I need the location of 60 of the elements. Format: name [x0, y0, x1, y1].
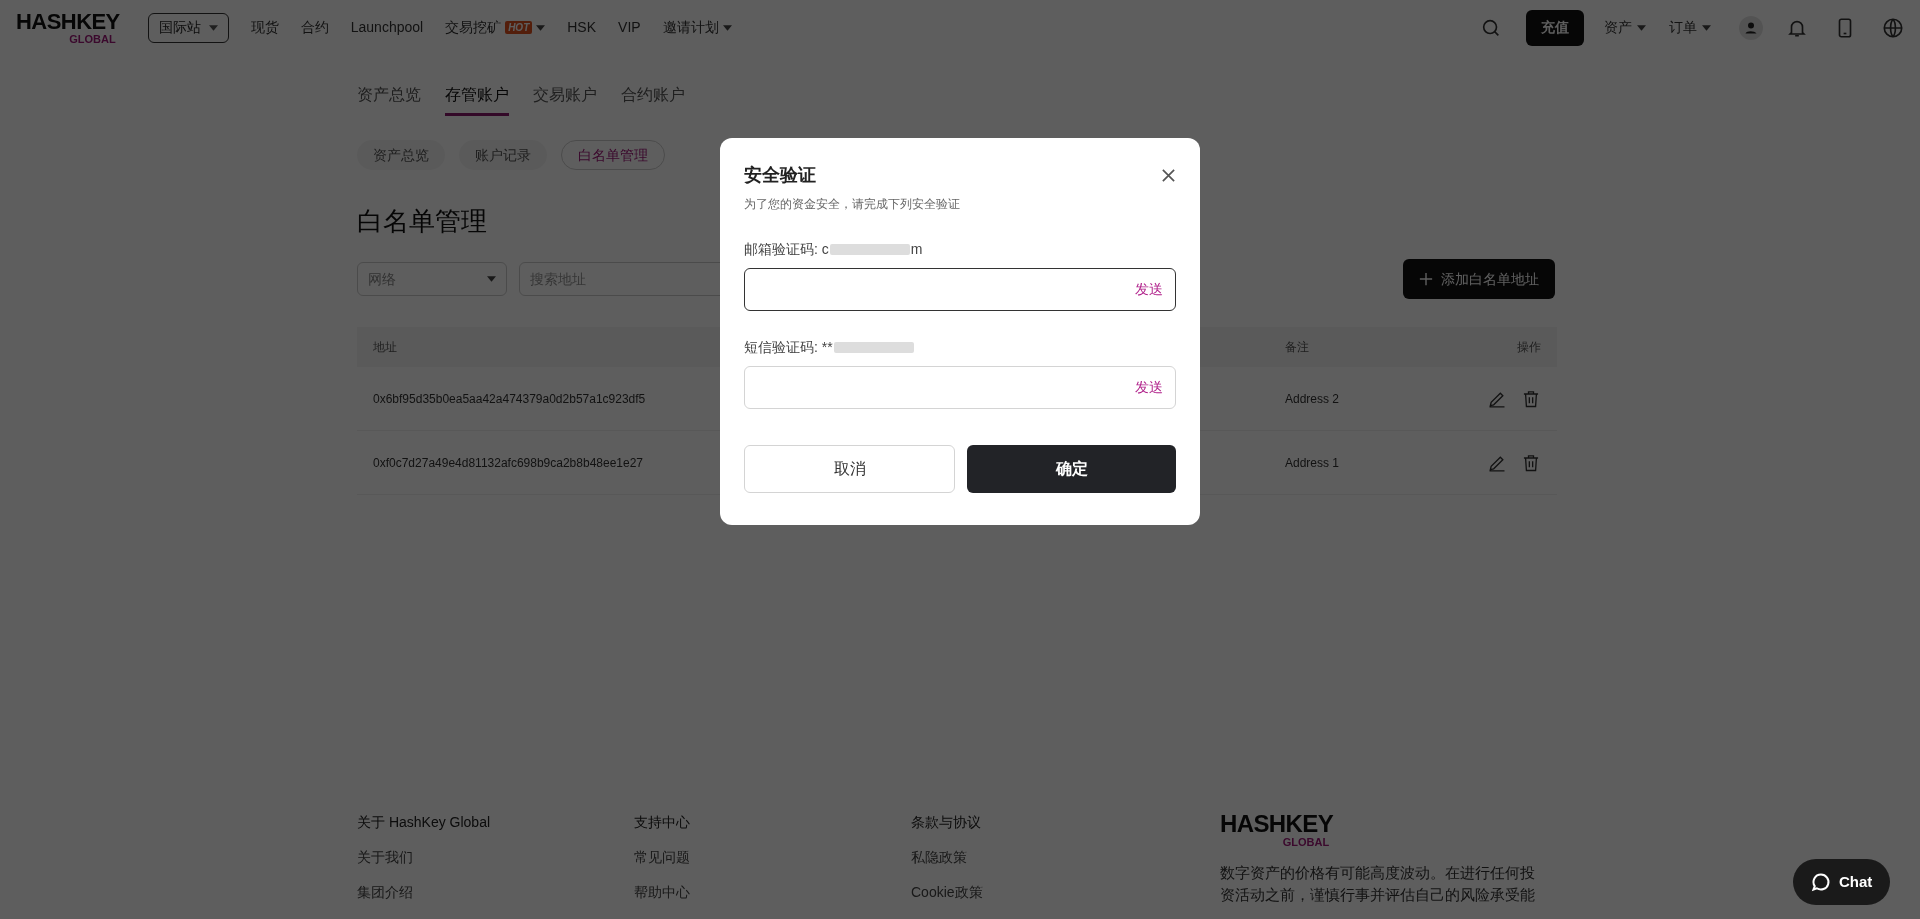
sub-tab[interactable]: 白名单管理 [561, 140, 665, 170]
menu-dropdown[interactable]: 订单 [1669, 17, 1711, 38]
risk-disclaimer: 数字资产的价格有可能高度波动。在进行任何投资活动之前，谨慎行事并评估自己的风险承受能 [1220, 863, 1536, 905]
footer-link[interactable]: Cookie政策 [911, 882, 983, 903]
caret-icon [208, 24, 218, 31]
account-tab[interactable]: 交易账户 [533, 83, 597, 116]
nav-link[interactable]: 现货 [250, 17, 279, 38]
nav-link[interactable]: HSK [567, 17, 597, 38]
footer-heading: 支持中心 [634, 813, 691, 832]
dialog-subtitle: 为了您的资金安全，请完成下列安全验证 [744, 196, 961, 213]
footer-heading: 条款与协议 [911, 813, 982, 832]
footer-link[interactable]: 集团介绍 [357, 882, 413, 903]
account-tab[interactable]: 存管账户 [445, 83, 509, 116]
page-title: 白名单管理 [357, 205, 487, 238]
dialog-title: 安全验证 [744, 164, 816, 187]
account-tab[interactable]: 资产总览 [357, 83, 421, 116]
table-cell: 0x6bf95d35b0ea5aa42a474379a0d2b57a1c923df5 [373, 391, 646, 406]
footer-link[interactable]: 帮助中心 [634, 882, 690, 903]
nav-link[interactable]: 合约 [300, 17, 329, 38]
chat-button[interactable]: Chat [1793, 859, 1891, 905]
hot-badge: HOT [505, 21, 533, 34]
send-code-link[interactable]: 发送 [1135, 377, 1163, 398]
code-field[interactable]: 发送 [744, 268, 1176, 311]
nav-link[interactable]: 交易挖矿 HOT [445, 17, 546, 38]
sub-tab[interactable]: 账户记录 [459, 140, 547, 170]
code-field[interactable]: 发送 [744, 366, 1176, 409]
menu-dropdown[interactable]: 资产 [1604, 17, 1646, 38]
column-header: 操作 [1517, 339, 1541, 356]
field-label: 短信验证码: ** [744, 338, 833, 357]
add-address-button[interactable]: 添加白名单地址 [1403, 259, 1555, 299]
footer-heading: 关于 HashKey Global [357, 813, 492, 832]
deposit-button[interactable]: 充值 [1526, 9, 1584, 46]
footer-link[interactable]: 私隐政策 [911, 847, 967, 868]
logo[interactable]: HASHKEY GLOBAL [1220, 812, 1334, 848]
avatar-icon [1739, 15, 1763, 40]
logo[interactable]: HASHKEY GLOBAL [16, 10, 120, 45]
confirm-button[interactable]: 确定 [967, 445, 1176, 493]
region-dropdown[interactable]: 国际站 [147, 12, 229, 43]
field-label: 邮箱验证码: c [744, 240, 829, 259]
account-tab[interactable]: 合约账户 [621, 83, 685, 116]
table-cell-text: Address 1 [1285, 454, 1340, 472]
delete-button[interactable] [1521, 388, 1541, 409]
footer-link[interactable]: 常见问题 [634, 847, 690, 868]
field-label: m [910, 240, 923, 259]
nav-link[interactable]: VIP [618, 17, 641, 38]
nav-link[interactable]: 邀请计划 [662, 17, 732, 38]
table-cell: 0xf0c7d27a49e4d81132afc698b9ca2b8b48ee1e27 [373, 455, 644, 470]
send-code-link[interactable]: 发送 [1135, 279, 1163, 300]
chat-bubble-icon [1811, 872, 1831, 892]
cancel-button[interactable]: 取消 [744, 445, 955, 493]
table-cell-text: Address 2 [1285, 390, 1340, 408]
caret-icon [1637, 24, 1646, 31]
delete-button[interactable] [1521, 452, 1541, 473]
globe-icon [1882, 16, 1904, 39]
caret-icon [487, 276, 496, 282]
close-button[interactable] [1161, 168, 1176, 183]
caret-icon [1702, 24, 1711, 31]
nav-link[interactable]: Launchpool [350, 17, 424, 38]
plus-icon [1419, 272, 1433, 286]
footer-link[interactable]: 关于我们 [357, 847, 413, 868]
